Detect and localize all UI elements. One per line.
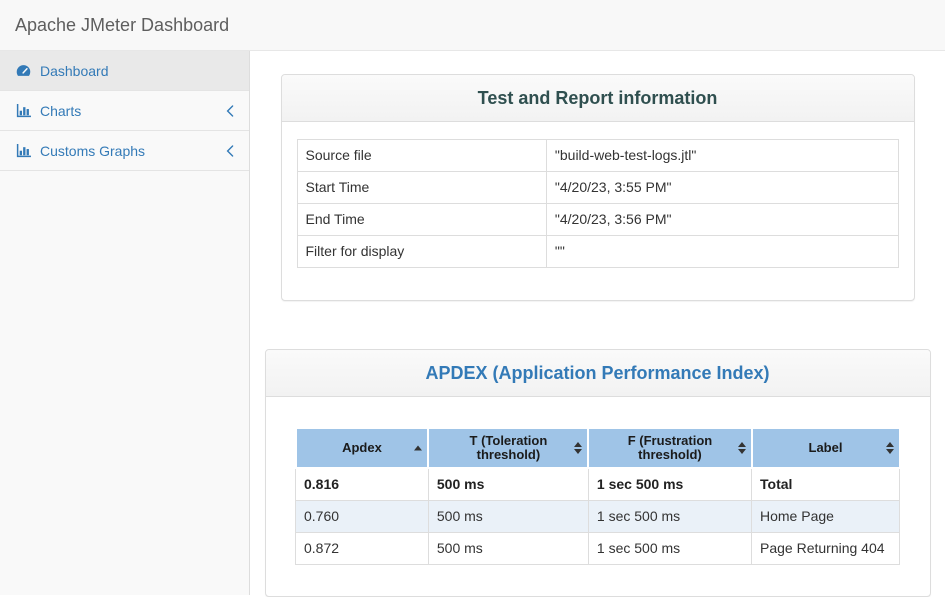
info-label: Source file <box>297 140 546 172</box>
sidebar-item-label: Charts <box>40 103 81 119</box>
info-label: Filter for display <box>297 236 546 268</box>
apdex-panel-heading: APDEX (Application Performance Index) <box>266 350 930 397</box>
apdex-value: 0.872 <box>296 533 429 565</box>
apdex-header-row: Apdex T (Toleration threshold) F (Frustr… <box>296 428 900 468</box>
top-navbar: Apache JMeter Dashboard <box>0 0 945 51</box>
sort-both-icon <box>574 442 582 454</box>
test-info-panel: Test and Report information Source file … <box>281 74 915 301</box>
test-info-table: Source file "build-web-test-logs.jtl" St… <box>297 139 899 268</box>
info-value: "" <box>546 236 898 268</box>
frustration-value: 1 sec 500 ms <box>588 468 751 501</box>
table-row: 0.760 500 ms 1 sec 500 ms Home Page <box>296 501 900 533</box>
sidebar-item-label: Dashboard <box>40 63 109 79</box>
info-value: "4/20/23, 3:56 PM" <box>546 204 898 236</box>
sort-asc-icon <box>414 446 422 451</box>
apdex-table: Apdex T (Toleration threshold) F (Frustr… <box>295 427 901 565</box>
chevron-left-icon <box>226 105 234 117</box>
apdex-value: 0.760 <box>296 501 429 533</box>
column-header-apdex[interactable]: Apdex <box>296 428 429 468</box>
sort-both-icon <box>738 442 746 454</box>
table-row: Start Time "4/20/23, 3:55 PM" <box>297 172 898 204</box>
table-row: End Time "4/20/23, 3:56 PM" <box>297 204 898 236</box>
info-label: Start Time <box>297 172 546 204</box>
apdex-panel-title: APDEX (Application Performance Index) <box>281 363 915 383</box>
app-title[interactable]: Apache JMeter Dashboard <box>15 15 229 36</box>
table-row-total: 0.816 500 ms 1 sec 500 ms Total <box>296 468 900 501</box>
info-value: "build-web-test-logs.jtl" <box>546 140 898 172</box>
sidebar-item-dashboard[interactable]: Dashboard <box>0 51 249 91</box>
test-info-panel-title: Test and Report information <box>297 88 899 108</box>
info-label: End Time <box>297 204 546 236</box>
bar-chart-icon <box>15 104 31 118</box>
apdex-panel-body: Apdex T (Toleration threshold) F (Frustr… <box>266 397 930 596</box>
sidebar-item-customs-graphs[interactable]: Customs Graphs <box>0 131 249 171</box>
label-value: Total <box>752 468 900 501</box>
frustration-value: 1 sec 500 ms <box>588 533 751 565</box>
apdex-value: 0.816 <box>296 468 429 501</box>
toleration-value: 500 ms <box>428 468 588 501</box>
toleration-value: 500 ms <box>428 501 588 533</box>
sidebar-item-label: Customs Graphs <box>40 143 145 159</box>
sidebar-item-charts[interactable]: Charts <box>0 91 249 131</box>
column-header-label[interactable]: Label <box>752 428 900 468</box>
table-row: Filter for display "" <box>297 236 898 268</box>
frustration-value: 1 sec 500 ms <box>588 501 751 533</box>
test-info-panel-body: Source file "build-web-test-logs.jtl" St… <box>282 122 914 300</box>
column-header-frustration[interactable]: F (Frustration threshold) <box>588 428 751 468</box>
info-value: "4/20/23, 3:55 PM" <box>546 172 898 204</box>
column-header-toleration[interactable]: T (Toleration threshold) <box>428 428 588 468</box>
apdex-panel: APDEX (Application Performance Index) Ap… <box>265 349 931 597</box>
label-value: Home Page <box>752 501 900 533</box>
bar-chart-icon <box>15 144 31 158</box>
main-content: Test and Report information Source file … <box>250 51 945 595</box>
sidebar: Dashboard Charts <box>0 51 250 595</box>
test-info-panel-heading: Test and Report information <box>282 75 914 122</box>
toleration-value: 500 ms <box>428 533 588 565</box>
sort-both-icon <box>886 442 894 454</box>
table-row: 0.872 500 ms 1 sec 500 ms Page Returning… <box>296 533 900 565</box>
table-row: Source file "build-web-test-logs.jtl" <box>297 140 898 172</box>
tachometer-icon <box>15 64 31 77</box>
chevron-left-icon <box>226 145 234 157</box>
label-value: Page Returning 404 <box>752 533 900 565</box>
